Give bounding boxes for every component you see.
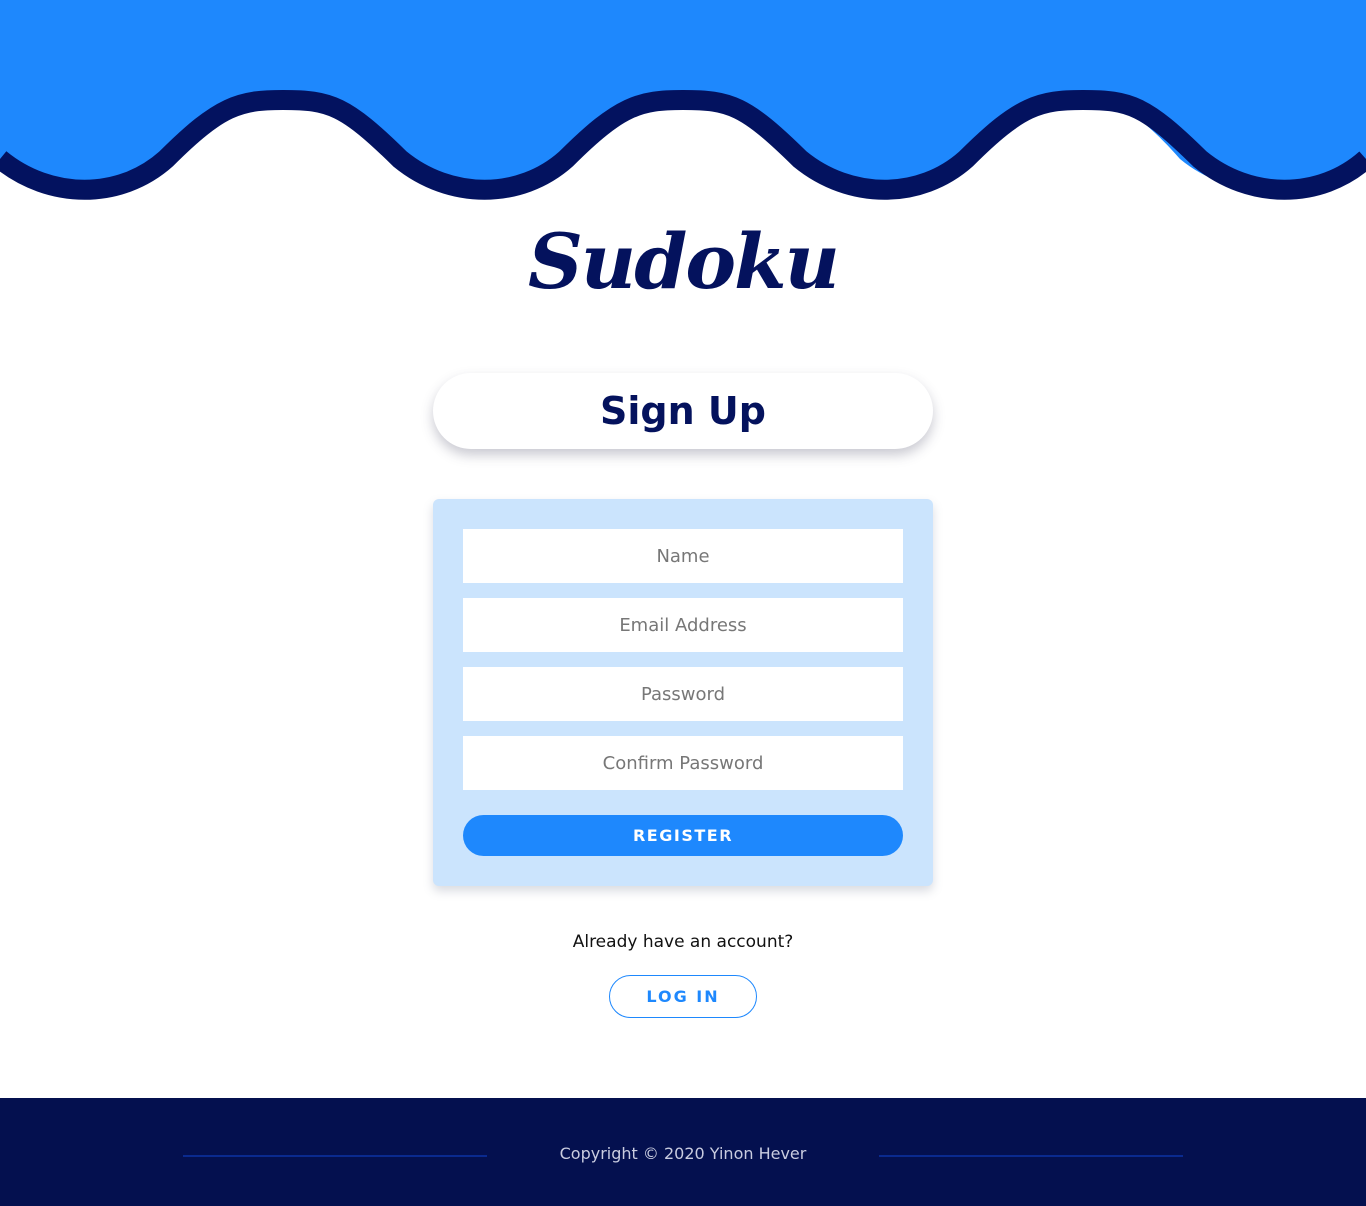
name-input[interactable] bbox=[463, 529, 903, 583]
signup-page: Sudoku Sign Up REGISTER Already have an … bbox=[0, 0, 1366, 1206]
email-input[interactable] bbox=[463, 598, 903, 652]
signup-form: REGISTER bbox=[433, 499, 933, 886]
wave-header bbox=[0, 0, 1366, 200]
sudoku-logo: Sudoku bbox=[528, 217, 840, 306]
confirm-password-input[interactable] bbox=[463, 736, 903, 790]
footer-divider-right bbox=[879, 1155, 1183, 1157]
already-account-text: Already have an account? bbox=[572, 932, 794, 952]
wave-border bbox=[0, 89, 1366, 200]
register-button[interactable]: REGISTER bbox=[463, 815, 903, 856]
login-button[interactable]: LOG IN bbox=[609, 975, 757, 1018]
page-title-text: Sign Up bbox=[600, 389, 766, 433]
page-title: Sign Up bbox=[433, 373, 933, 449]
footer: Copyright © 2020 Yinon Hever bbox=[0, 1098, 1366, 1206]
password-input[interactable] bbox=[463, 667, 903, 721]
copyright-text: Copyright © 2020 Yinon Hever bbox=[559, 1144, 807, 1163]
